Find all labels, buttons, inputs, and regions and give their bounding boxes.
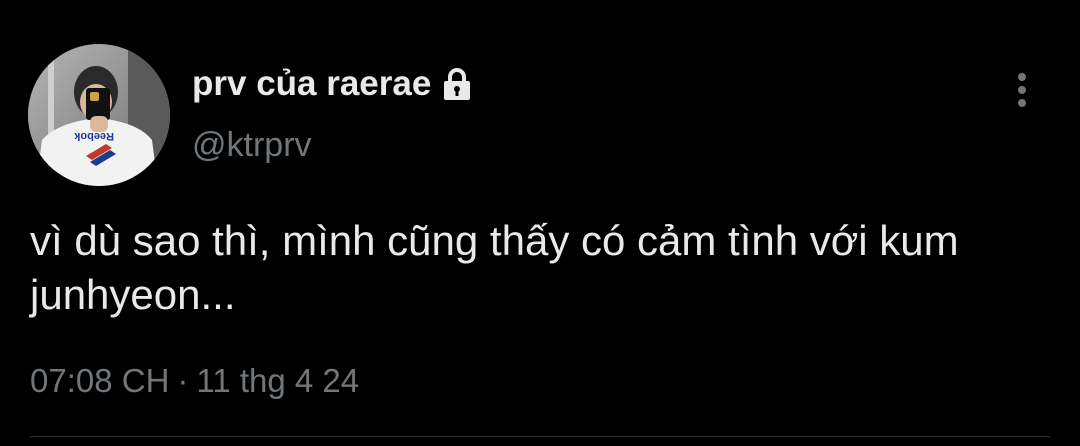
divider [30,436,1050,437]
meta-separator: · [177,362,189,399]
tweet-text: vì dù sao thì, mình cũng thấy có cảm tìn… [30,217,959,318]
avatar-shirt-text: Reebok [73,130,114,142]
tweet-date[interactable]: 11 thg 4 24 [196,362,359,399]
more-vertical-icon[interactable] [1004,70,1040,110]
tweet-time[interactable]: 07:08 CH [30,362,169,399]
display-name[interactable]: prv của raerae [192,64,431,104]
tweet: Reebok prv của raerae @ktrprv vì dù sao … [0,0,1080,446]
tweet-meta: 07:08 CH · 11 thg 4 24 [30,362,359,400]
lock-icon [439,66,475,102]
author-row: prv của raerae [192,62,475,106]
handle[interactable]: @ktrprv [192,126,312,165]
avatar[interactable]: Reebok [28,44,170,186]
avatar-image: Reebok [28,44,170,186]
